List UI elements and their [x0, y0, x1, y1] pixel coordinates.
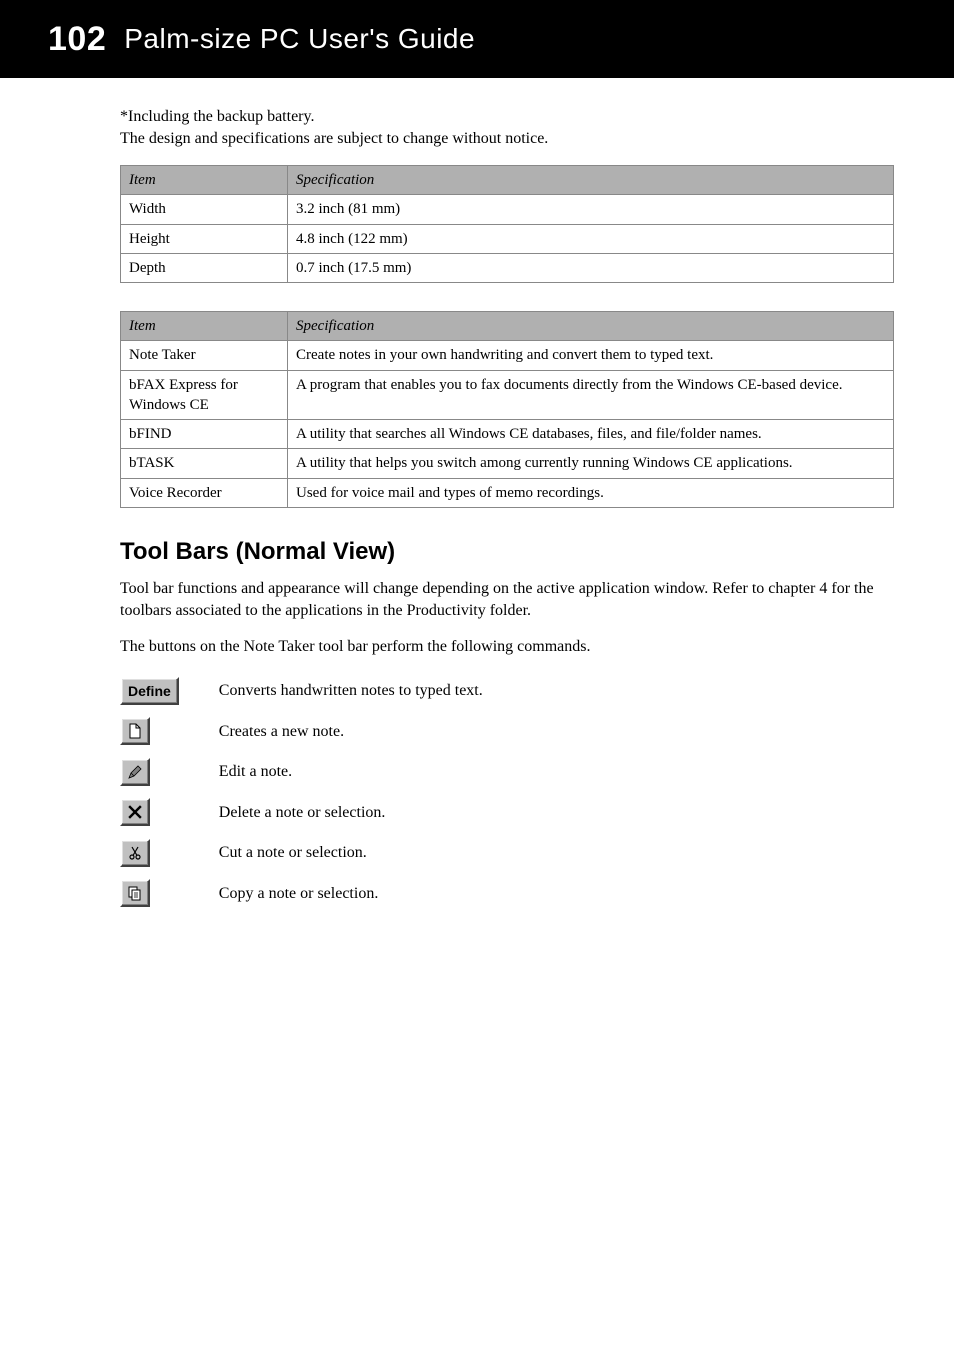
page-number: 102: [48, 20, 106, 59]
table-row: Note Taker Create notes in your own hand…: [121, 341, 894, 370]
dimensions-table: Item Specification Width 3.2 inch (81 mm…: [120, 165, 894, 283]
footnote-line: *Including the backup battery.: [120, 106, 894, 128]
col-header-spec: Specification: [288, 312, 894, 341]
list-item: Copy a note or selection.: [120, 873, 493, 914]
command-desc: Creates a new note.: [219, 711, 493, 752]
page-body: *Including the backup battery. The desig…: [0, 78, 954, 914]
define-button[interactable]: Define: [120, 677, 179, 705]
cell-item: Width: [121, 195, 288, 224]
cell-spec: Used for voice mail and types of memo re…: [288, 478, 894, 507]
table-row: bTASK A utility that helps you switch am…: [121, 449, 894, 478]
cell-spec: A program that enables you to fax docume…: [288, 370, 894, 420]
new-icon[interactable]: [120, 717, 150, 745]
list-item: Cut a note or selection.: [120, 833, 493, 874]
table-row: bFAX Express for Windows CE A program th…: [121, 370, 894, 420]
cell-spec: A utility that searches all Windows CE d…: [288, 420, 894, 449]
list-item: Creates a new note.: [120, 711, 493, 752]
cell-spec: 3.2 inch (81 mm): [288, 195, 894, 224]
cell-spec: 4.8 inch (122 mm): [288, 224, 894, 253]
table-header-row: Item Specification: [121, 166, 894, 195]
page: 102 Palm-size PC User's Guide *Including…: [0, 0, 954, 1352]
cell-item: Height: [121, 224, 288, 253]
cell-item: bFAX Express for Windows CE: [121, 370, 288, 420]
command-desc: Converts handwritten notes to typed text…: [219, 671, 493, 711]
table-row: Voice Recorder Used for voice mail and t…: [121, 478, 894, 507]
table-row: bFIND A utility that searches all Window…: [121, 420, 894, 449]
toolbar-para-2: The buttons on the Note Taker tool bar p…: [120, 636, 894, 658]
table-row: Height 4.8 inch (122 mm): [121, 224, 894, 253]
toolbar-para-1: Tool bar functions and appearance will c…: [120, 578, 894, 621]
col-header-item: Item: [121, 312, 288, 341]
cell-spec: 0.7 inch (17.5 mm): [288, 253, 894, 282]
table-row: Depth 0.7 inch (17.5 mm): [121, 253, 894, 282]
section-title-toolbars: Tool Bars (Normal View): [120, 536, 894, 568]
doc-title: Palm-size PC User's Guide: [124, 23, 475, 55]
cut-icon[interactable]: [120, 839, 150, 867]
cell-item: bFIND: [121, 420, 288, 449]
cell-item: Voice Recorder: [121, 478, 288, 507]
edit-icon[interactable]: [120, 758, 150, 786]
intro-block: *Including the backup battery. The desig…: [120, 106, 894, 149]
command-desc: Copy a note or selection.: [219, 873, 493, 914]
copy-icon[interactable]: [120, 879, 150, 907]
table-row: Width 3.2 inch (81 mm): [121, 195, 894, 224]
cell-item: Note Taker: [121, 341, 288, 370]
list-item: Define Converts handwritten notes to typ…: [120, 671, 493, 711]
command-desc: Delete a note or selection.: [219, 792, 493, 833]
col-header-item: Item: [121, 166, 288, 195]
cell-item: bTASK: [121, 449, 288, 478]
table-header-row: Item Specification: [121, 312, 894, 341]
list-item: Delete a note or selection.: [120, 792, 493, 833]
toolbar-commands-table: Define Converts handwritten notes to typ…: [120, 671, 493, 914]
cell-spec: A utility that helps you switch among cu…: [288, 449, 894, 478]
command-desc: Cut a note or selection.: [219, 833, 493, 874]
header-bar: 102 Palm-size PC User's Guide: [0, 0, 954, 78]
cell-spec: Create notes in your own handwriting and…: [288, 341, 894, 370]
command-desc: Edit a note.: [219, 752, 493, 793]
disclaimer-line: The design and specifications are subjec…: [120, 128, 894, 150]
cell-item: Depth: [121, 253, 288, 282]
list-item: Edit a note.: [120, 752, 493, 793]
software-table: Item Specification Note Taker Create not…: [120, 311, 894, 508]
col-header-spec: Specification: [288, 166, 894, 195]
delete-icon[interactable]: [120, 798, 150, 826]
